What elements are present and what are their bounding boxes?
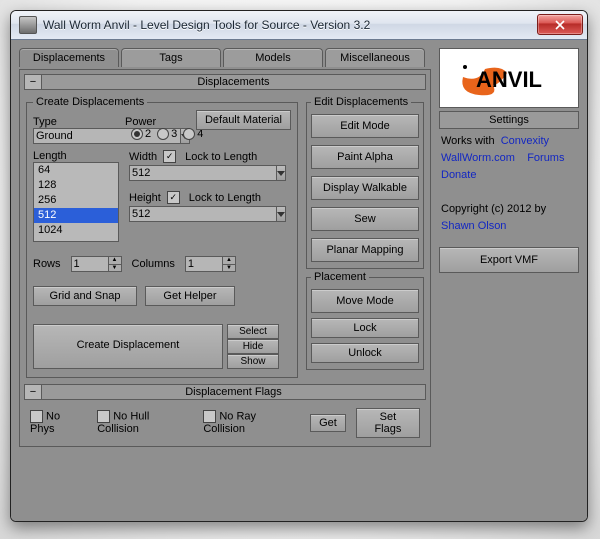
- rows-spinner[interactable]: ▲▼: [71, 256, 122, 272]
- wallworm-link[interactable]: WallWorm.com: [441, 152, 515, 164]
- list-item[interactable]: 64: [34, 163, 118, 178]
- window-title: Wall Worm Anvil - Level Design Tools for…: [43, 18, 370, 32]
- width-label: Width: [129, 151, 157, 163]
- grid-snap-button[interactable]: Grid and Snap: [33, 286, 137, 306]
- tab-models[interactable]: Models: [223, 48, 323, 67]
- accordion-displacements[interactable]: − Displacements: [24, 74, 426, 90]
- group-placement: Placement Move Mode Lock Unlock: [306, 271, 424, 370]
- list-item[interactable]: 128: [34, 178, 118, 193]
- planar-mapping-button[interactable]: Planar Mapping: [311, 238, 419, 262]
- group-create-legend: Create Displacements: [33, 96, 147, 108]
- power-radio-2[interactable]: [131, 128, 143, 140]
- minus-icon: −: [25, 75, 42, 89]
- list-item[interactable]: 256: [34, 193, 118, 208]
- group-edit: Edit Displacements Edit Mode Paint Alpha…: [306, 96, 424, 269]
- rows-value[interactable]: [71, 256, 109, 272]
- cols-label: Columns: [132, 258, 175, 270]
- group-create: Create Displacements Default Material Ty…: [26, 96, 298, 378]
- create-displacement-button[interactable]: Create Displacement: [33, 324, 223, 369]
- width-value[interactable]: [129, 165, 277, 181]
- tab-displacements[interactable]: Displacements: [19, 48, 119, 67]
- display-walkable-button[interactable]: Display Walkable: [311, 176, 419, 200]
- list-item[interactable]: 1024: [34, 223, 118, 238]
- main-panel: − Displacements Create Displacements Def…: [19, 69, 431, 447]
- cols-value[interactable]: [185, 256, 223, 272]
- default-material-button[interactable]: Default Material: [196, 110, 291, 130]
- group-edit-legend: Edit Displacements: [311, 96, 411, 108]
- paint-alpha-button[interactable]: Paint Alpha: [311, 145, 419, 169]
- tab-misc[interactable]: Miscellaneous: [325, 48, 425, 67]
- width-select[interactable]: [129, 165, 279, 181]
- app-window: Wall Worm Anvil - Level Design Tools for…: [10, 10, 588, 522]
- no-hull-checkbox[interactable]: [97, 410, 110, 423]
- width-lock-checkbox[interactable]: ✓: [163, 150, 176, 163]
- height-label: Height: [129, 192, 161, 204]
- tab-tags[interactable]: Tags: [121, 48, 221, 67]
- power-2-label: 2: [145, 128, 151, 140]
- anvil-logo: ANVIL: [439, 48, 579, 108]
- accordion-flags[interactable]: − Displacement Flags: [24, 384, 426, 400]
- sew-button[interactable]: Sew: [311, 207, 419, 231]
- no-phys-checkbox[interactable]: [30, 410, 43, 423]
- height-lock-label: Lock to Length: [189, 192, 261, 204]
- width-lock-label: Lock to Length: [185, 151, 257, 163]
- power-radio-4[interactable]: [183, 128, 195, 140]
- power-radio-3[interactable]: [157, 128, 169, 140]
- power-3-label: 3: [171, 128, 177, 140]
- height-select[interactable]: [129, 206, 279, 222]
- type-select[interactable]: [33, 128, 115, 144]
- spin-down-icon[interactable]: ▼: [109, 264, 122, 273]
- spin-up-icon[interactable]: ▲: [109, 256, 122, 264]
- export-vmf-button[interactable]: Export VMF: [439, 247, 579, 273]
- hide-button[interactable]: Hide: [227, 339, 279, 354]
- lock-button[interactable]: Lock: [311, 318, 419, 338]
- length-listbox[interactable]: 64 128 256 512 1024: [33, 162, 119, 242]
- forums-link[interactable]: Forums: [527, 152, 564, 164]
- get-flags-button[interactable]: Get: [310, 414, 346, 432]
- copyright-text: Copyright (c) 2012 by: [441, 203, 546, 215]
- unlock-button[interactable]: Unlock: [311, 343, 419, 363]
- accordion-title: Displacements: [42, 75, 425, 89]
- tabstrip: Displacements Tags Models Miscellaneous: [19, 48, 431, 67]
- author-link[interactable]: Shawn Olson: [441, 220, 506, 232]
- power-label: Power: [125, 116, 203, 128]
- titlebar[interactable]: Wall Worm Anvil - Level Design Tools for…: [11, 11, 587, 40]
- show-button[interactable]: Show: [227, 354, 279, 369]
- get-helper-button[interactable]: Get Helper: [145, 286, 235, 306]
- height-lock-checkbox[interactable]: ✓: [167, 191, 180, 204]
- list-item[interactable]: 512: [34, 208, 118, 223]
- spin-up-icon[interactable]: ▲: [223, 256, 236, 264]
- works-with-text: Works with: [441, 135, 495, 147]
- accordion-flags-title: Displacement Flags: [42, 385, 425, 399]
- edit-mode-button[interactable]: Edit Mode: [311, 114, 419, 138]
- settings-header[interactable]: Settings: [439, 111, 579, 129]
- cols-spinner[interactable]: ▲▼: [185, 256, 236, 272]
- close-button[interactable]: [537, 14, 583, 35]
- length-label: Length: [33, 150, 119, 162]
- height-value[interactable]: [129, 206, 277, 222]
- select-button[interactable]: Select: [227, 324, 279, 339]
- no-ray-checkbox[interactable]: [203, 410, 216, 423]
- close-icon: [555, 20, 565, 30]
- type-label: Type: [33, 116, 115, 128]
- rows-label: Rows: [33, 258, 61, 270]
- convexity-link[interactable]: Convexity: [501, 135, 549, 147]
- move-mode-button[interactable]: Move Mode: [311, 289, 419, 313]
- group-placement-legend: Placement: [311, 271, 369, 283]
- donate-link[interactable]: Donate: [441, 169, 476, 181]
- spin-down-icon[interactable]: ▼: [223, 264, 236, 273]
- svg-text:ANVIL: ANVIL: [476, 67, 542, 92]
- chevron-down-icon[interactable]: [277, 206, 286, 222]
- chevron-down-icon[interactable]: [277, 165, 286, 181]
- set-flags-button[interactable]: Set Flags: [356, 408, 420, 438]
- app-icon: [19, 16, 37, 34]
- minus-icon: −: [25, 385, 42, 399]
